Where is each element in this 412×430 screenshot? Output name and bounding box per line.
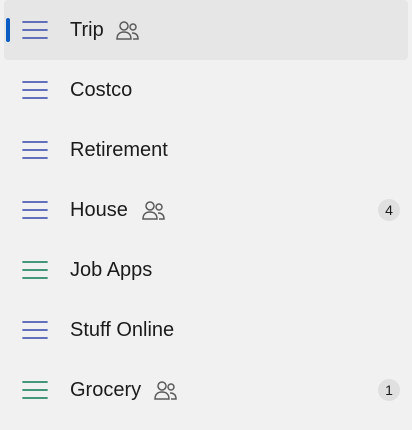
hamburger-list-icon (22, 201, 48, 219)
list-label: Grocery (70, 379, 142, 401)
selected-indicator (6, 18, 10, 42)
list-label: Retirement (70, 139, 168, 161)
list-label: Costco (70, 79, 133, 101)
list-item-house[interactable]: House 4 (4, 180, 408, 240)
hamburger-list-icon (22, 261, 48, 279)
list-label: House (70, 199, 128, 221)
list-label: Stuff Online (70, 319, 175, 341)
hamburger-list-icon (22, 321, 48, 339)
people-shared-icon (116, 21, 139, 40)
hamburger-list-icon (22, 141, 48, 159)
list-item-job-apps[interactable]: Job Apps (4, 240, 408, 300)
hamburger-list-icon (22, 21, 48, 39)
list-label: Job Apps (70, 259, 153, 281)
list-item-trip[interactable]: Trip (4, 0, 408, 60)
list-label: Trip (70, 19, 104, 41)
people-shared-icon (142, 201, 165, 220)
list-item-costco[interactable]: Costco (4, 60, 408, 120)
task-count-badge: 4 (378, 199, 400, 221)
list-item-stuff-online[interactable]: Stuff Online (4, 300, 408, 360)
task-lists-panel: Trip Costco Retirement House 4 Job Apps … (0, 0, 412, 420)
task-count-badge: 1 (378, 379, 400, 401)
hamburger-list-icon (22, 381, 48, 399)
list-item-grocery[interactable]: Grocery 1 (4, 360, 408, 420)
hamburger-list-icon (22, 81, 48, 99)
people-shared-icon (154, 381, 177, 400)
list-item-retirement[interactable]: Retirement (4, 120, 408, 180)
